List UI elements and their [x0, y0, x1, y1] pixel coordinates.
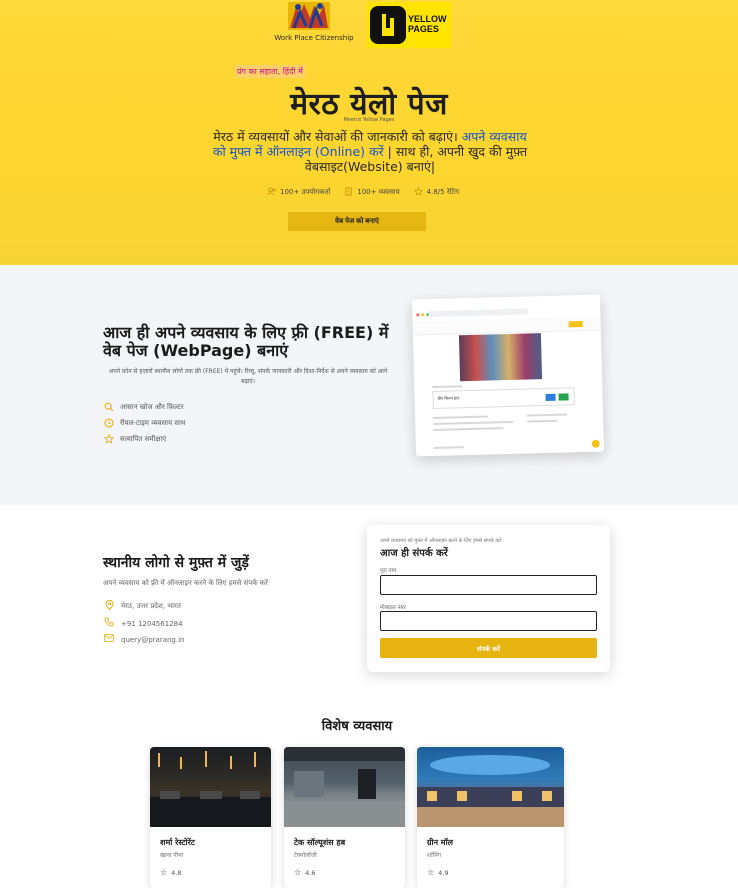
- contact-email-text: query@prarang.in: [121, 635, 185, 644]
- mock-url-bar: [428, 308, 529, 318]
- walking-fingers-icon: [370, 6, 406, 44]
- star-icon: ☆: [294, 868, 302, 877]
- mobile-field-label: मोबाइल नंबर: [380, 605, 406, 611]
- star-icon: ☆: [160, 868, 168, 877]
- mail-icon: [104, 634, 114, 645]
- featured-businesses-title: विशेष व्यवसाय: [321, 719, 393, 734]
- feature-realtime: रीयल-टाइम व्यवसाय साथ: [104, 418, 185, 428]
- star-icon: ☆: [427, 868, 435, 877]
- wpc-logo-text: Work Place Citizenship: [274, 34, 354, 42]
- contact-address-text: मेरठ, उत्तर प्रदेश, भारत: [121, 602, 181, 610]
- hero-stats: 100+ उपयोगकर्ता 100+ व्यवसाय 4.8/5 रेटिं…: [267, 186, 459, 198]
- stat-businesses-label: 100+ व्यवसाय: [357, 188, 400, 196]
- business-name: ग्रीन मॉल: [427, 838, 454, 847]
- free-webpage-title: आज ही अपने व्यवसाय के लिए फ़्री (FREE) म…: [103, 323, 389, 360]
- contact-email[interactable]: query@prarang.in: [104, 634, 184, 645]
- restaurant-photo: [150, 747, 271, 827]
- business-name: शर्मा रेस्टोरेंट: [160, 838, 195, 847]
- hero-section: Work Place Citizenship YELLOW PAGES प्रं…: [0, 0, 738, 265]
- connect-title: स्थानीय लोगो से मुफ़्त में जुड़ें: [103, 555, 249, 571]
- create-webpage-button[interactable]: वेब पेज को बनाएं: [288, 212, 426, 231]
- mock-business-photo: [458, 333, 543, 382]
- feature-reviews: सत्यापित समीक्षाएं: [103, 433, 167, 444]
- business-card-restaurant[interactable]: शर्मा रेस्टोरेंट खाना पीना ☆ 4.8: [150, 747, 271, 888]
- stat-businesses: 100+ व्यवसाय: [344, 187, 400, 198]
- rating-value: 4.9: [438, 868, 449, 877]
- business-category: खाना पीना: [160, 852, 184, 859]
- feature-realtime-label: रीयल-टाइम व्यवसाय साथ: [120, 418, 186, 427]
- camel-emblem-icon: [288, 2, 330, 30]
- page-subtitle-english: Meerut Yellow Pages: [343, 117, 395, 123]
- office-photo: [284, 747, 405, 827]
- work-place-citizenship-logo[interactable]: Work Place Citizenship: [274, 0, 354, 44]
- business-card-tech[interactable]: टेक सॉल्यूशंस हब टेक्नोलॉजी ☆ 4.6: [284, 747, 405, 888]
- contact-address: मेरठ, उत्तर प्रदेश, भारत: [104, 599, 181, 613]
- star-icon: [103, 433, 115, 444]
- webpage-preview-mockup: ग्रीन फ़िल्म हाउ: [411, 294, 605, 457]
- contact-form: अपने व्यवसाय को मुफ़्त में ऑनलाइन करने क…: [367, 525, 610, 672]
- connect-description: अपने व्यवसाय को फ़्री में ऑनलाइन करने के…: [103, 579, 269, 587]
- stat-rating: 4.8/5 रेटिंग: [413, 186, 459, 198]
- business-category: शॉपिंग: [427, 852, 441, 859]
- contact-phone-text: +91 1204561284: [121, 619, 183, 628]
- mall-photo: [417, 747, 564, 827]
- business-rating: ☆ 4.9: [427, 868, 449, 877]
- business-rating: ☆ 4.6: [294, 868, 316, 877]
- form-title: आज ही संपर्क करें: [380, 548, 448, 559]
- contact-section: स्थानीय लोगो से मुफ़्त में जुड़ें अपने व…: [0, 505, 738, 705]
- feature-search-label: आसान खोज और फ़िल्टर: [120, 402, 184, 411]
- business-card-mall[interactable]: ग्रीन मॉल शॉपिंग ☆ 4.9: [417, 747, 564, 888]
- yellow-pages-logo[interactable]: YELLOW PAGES: [367, 2, 451, 48]
- full-name-input[interactable]: [380, 575, 597, 595]
- name-field-label: पूरा नाम: [380, 568, 397, 574]
- phone-icon: [104, 617, 114, 630]
- business-name: टेक सॉल्यूशंस हब: [294, 838, 346, 847]
- yellow-pages-logo-text: YELLOW PAGES: [408, 14, 447, 34]
- mock-business-card: ग्रीन फ़िल्म हाउ: [432, 387, 575, 409]
- stat-users: 100+ उपयोगकर्ता: [267, 187, 330, 198]
- hero-tagline: प्रंग का सहाता, हिंदी में: [235, 65, 305, 78]
- mock-chat-bubble: [591, 439, 600, 448]
- location-icon: [104, 599, 114, 613]
- hero-desc-plain: मेरठ में व्यवसायों और सेवाओं की जानकारी …: [213, 129, 458, 144]
- mock-card-title: ग्रीन फ़िल्म हाउ: [437, 395, 460, 401]
- mock-nav-button: [568, 321, 583, 328]
- stat-users-label: 100+ उपयोगकर्ता: [280, 188, 331, 196]
- feature-reviews-label: सत्यापित समीक्षाएं: [120, 434, 167, 443]
- free-webpage-description: अपने फ़ोन से हज़ारों स्थानीय लोगों तक फ़…: [108, 368, 388, 385]
- form-hint: अपने व्यवसाय को मुफ़्त में ऑनलाइन करने क…: [380, 538, 502, 544]
- clock-icon: [104, 418, 114, 428]
- building-icon: [344, 187, 353, 198]
- users-icon: [267, 187, 276, 198]
- stat-rating-label: 4.8/5 रेटिंग: [426, 188, 459, 196]
- contact-phone[interactable]: +91 1204561284: [104, 617, 183, 630]
- submit-contact-button[interactable]: संपर्क करें: [380, 638, 597, 658]
- rating-value: 4.6: [305, 868, 316, 877]
- hero-description: मेरठ में व्यवसायों और सेवाओं की जानकारी …: [205, 129, 535, 174]
- rating-value: 4.8: [171, 868, 182, 877]
- mobile-number-input[interactable]: [380, 611, 597, 631]
- business-rating: ☆ 4.8: [160, 868, 182, 877]
- free-webpage-section: आज ही अपने व्यवसाय के लिए फ़्री (FREE) म…: [0, 265, 738, 505]
- feature-search: आसान खोज और फ़िल्टर: [104, 402, 184, 412]
- search-icon: [104, 402, 114, 412]
- business-category: टेक्नोलॉजी: [294, 852, 317, 859]
- star-icon: [413, 186, 423, 198]
